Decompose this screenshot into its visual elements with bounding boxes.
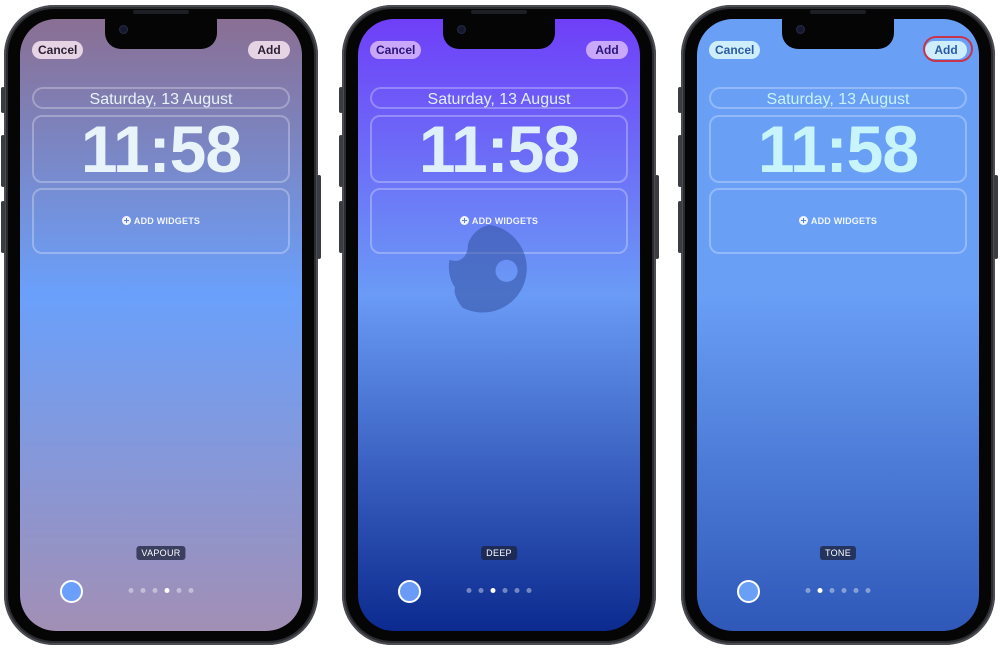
page-dot[interactable] [805,588,811,593]
page-dot[interactable] [478,588,484,593]
add-widgets-area[interactable]: ADD WIDGETS [32,188,290,254]
action-button [1,87,5,113]
add-button[interactable]: Add [248,41,290,59]
plus-circle-icon [798,216,808,225]
volume-up-button [339,135,343,187]
page-dot[interactable] [865,588,871,593]
volume-up-button [1,135,5,187]
add-widgets-label: ADD WIDGETS [34,216,288,226]
page-dot[interactable] [841,588,847,593]
color-picker-button[interactable] [737,580,760,603]
add-button-highlight-ring [923,36,973,62]
page-dot[interactable] [853,588,859,593]
style-name-badge: TONE [819,546,857,560]
lock-screen: Cancel Add Saturday, 13 August 11:58 ADD… [20,19,302,631]
speaker-grille [471,10,527,14]
notch [782,19,894,49]
volume-down-button [678,201,682,253]
page-dot[interactable] [829,588,835,593]
add-button[interactable]: Add [586,41,628,59]
notch [105,19,217,49]
cancel-button[interactable]: Cancel [32,41,84,59]
phone-tone: Cancel Add Saturday, 13 August 11:58 ADD… [678,5,998,645]
date-widget[interactable]: Saturday, 13 August [709,87,967,109]
color-picker-button[interactable] [60,580,83,603]
add-widgets-label: ADD WIDGETS [711,216,965,226]
style-page-indicator[interactable] [128,588,194,593]
date-widget[interactable]: Saturday, 13 August [370,87,628,109]
date-widget[interactable]: Saturday, 13 August [32,87,290,109]
speaker-grille [133,10,189,14]
clock-time[interactable]: 11:58 [709,115,967,183]
action-button [678,87,682,113]
page-dot[interactable] [466,588,472,593]
style-page-indicator[interactable] [805,588,871,593]
power-button [317,175,321,259]
front-camera-icon [796,25,805,34]
action-button [339,87,343,113]
page-dot[interactable] [128,588,134,593]
lock-screen: Cancel Add Saturday, 13 August 11:58 ADD… [358,19,640,631]
front-camera-icon [119,25,128,34]
style-name-badge: DEEP [481,546,517,560]
front-camera-icon [457,25,466,34]
plus-circle-icon [121,216,131,225]
clock-time[interactable]: 11:58 [32,115,290,183]
page-dot[interactable] [502,588,508,593]
speaker-grille [810,10,866,14]
page-dot[interactable] [514,588,520,593]
phone-vapour: Cancel Add Saturday, 13 August 11:58 ADD… [1,5,321,645]
clock-time[interactable]: 11:58 [370,115,628,183]
page-dot[interactable] [152,588,158,593]
page-dot-active[interactable] [490,588,496,593]
power-button [994,175,998,259]
add-widgets-area[interactable]: ADD WIDGETS [709,188,967,254]
lock-screen: Cancel Add Saturday, 13 August 11:58 ADD… [697,19,979,631]
volume-up-button [678,135,682,187]
page-dot[interactable] [176,588,182,593]
page-dot[interactable] [526,588,532,593]
page-dot[interactable] [188,588,194,593]
style-page-indicator[interactable] [466,588,532,593]
watermark-logo-icon [448,224,527,313]
volume-down-button [1,201,5,253]
style-name-badge: VAPOUR [136,546,186,560]
page-dot[interactable] [140,588,146,593]
volume-down-button [339,201,343,253]
cancel-button[interactable]: Cancel [370,41,422,59]
color-picker-button[interactable] [398,580,421,603]
page-dot-active[interactable] [817,588,823,593]
page-dot-active[interactable] [164,588,170,593]
power-button [655,175,659,259]
cancel-button[interactable]: Cancel [709,41,761,59]
notch [443,19,555,49]
phone-deep: Cancel Add Saturday, 13 August 11:58 ADD… [339,5,659,645]
